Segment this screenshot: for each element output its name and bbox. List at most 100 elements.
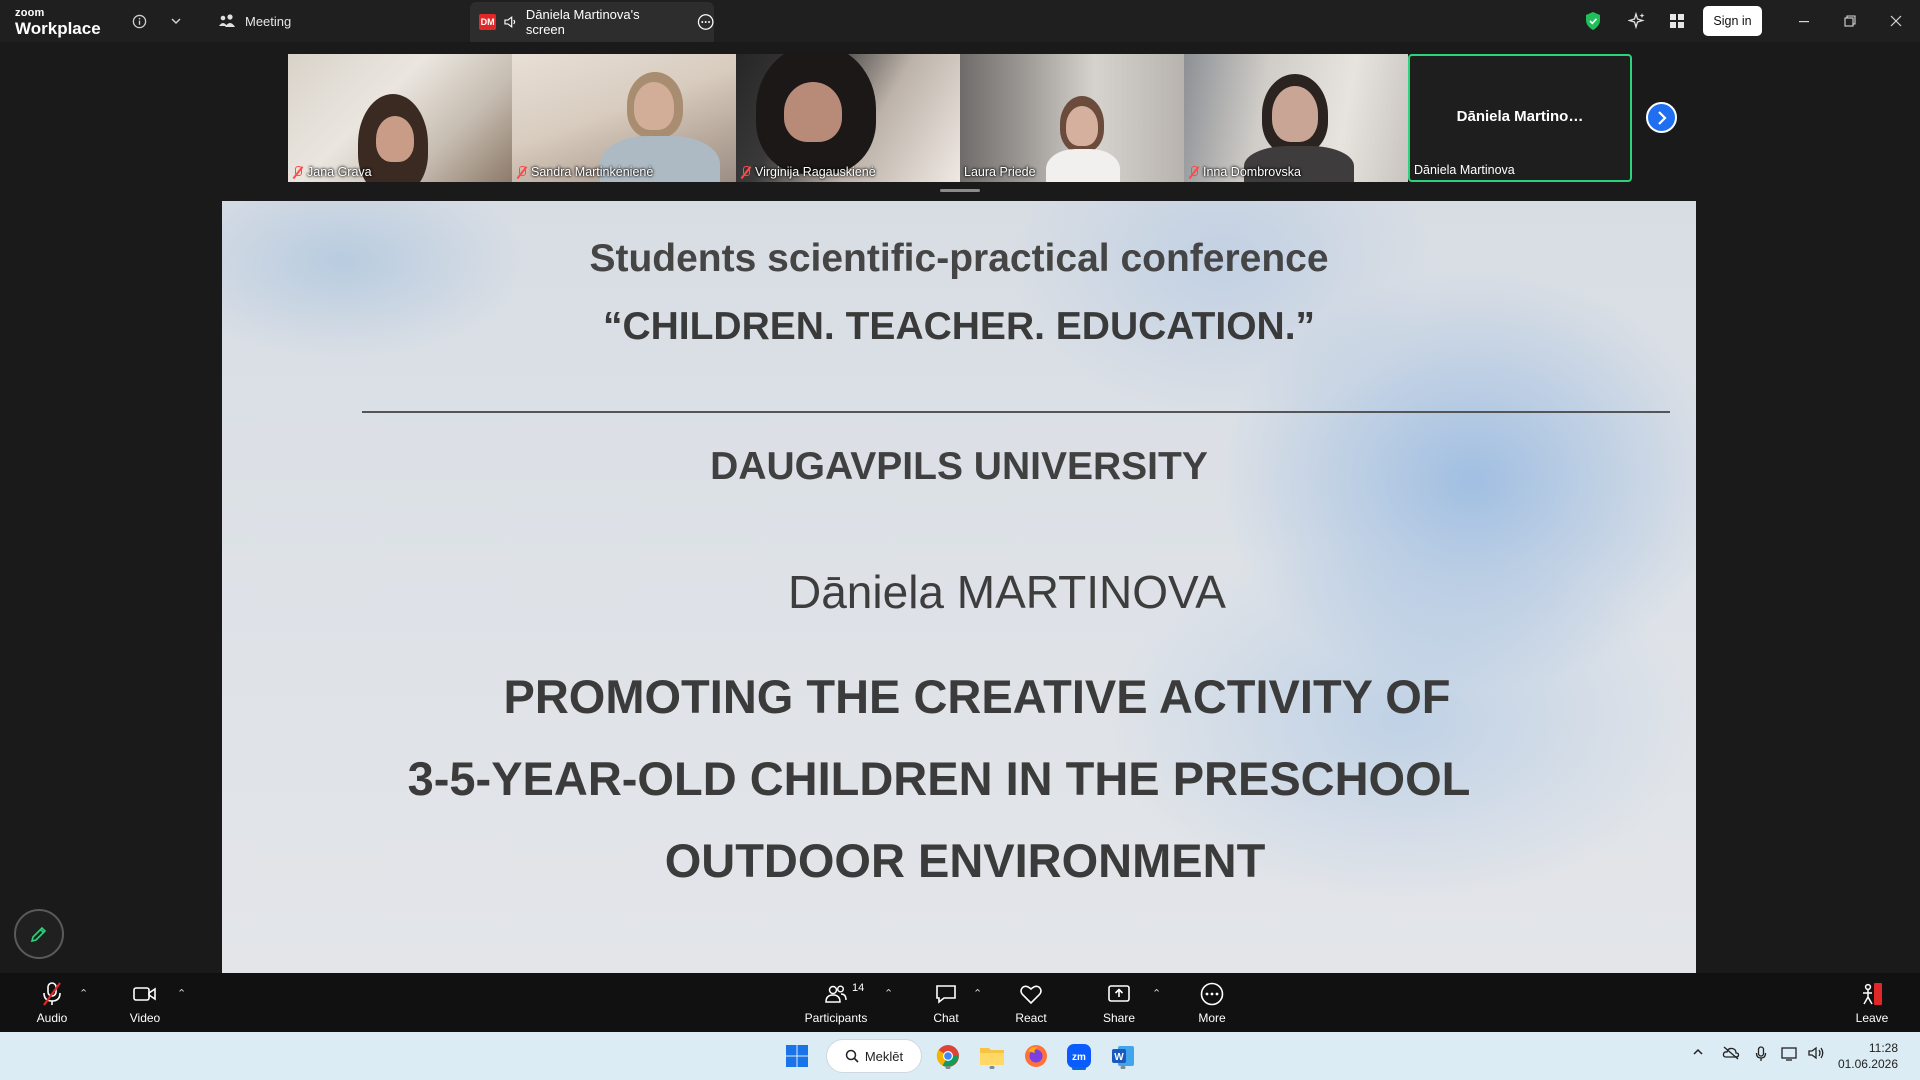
mic-muted-icon: [43, 981, 61, 1006]
meeting-menu[interactable]: Meeting: [218, 0, 291, 42]
participants-label: Participants: [804, 1010, 868, 1025]
slide-university: DAUGAVPILS UNIVERSITY: [710, 445, 1208, 488]
taskbar-chrome[interactable]: [932, 1040, 964, 1072]
people-icon: [219, 14, 235, 27]
os-taskbar: Meklēt zm W 11:28 01.06.2026: [0, 1032, 1920, 1080]
share-options-caret-icon[interactable]: ⌃: [1152, 987, 1161, 1000]
ai-companion-icon[interactable]: [1626, 10, 1648, 32]
participant-face: [784, 82, 842, 142]
tray-overflow-chevron-icon[interactable]: [1692, 1046, 1704, 1061]
video-options-caret-icon[interactable]: ⌃: [177, 987, 186, 1000]
search-icon: [845, 1049, 859, 1063]
restore-icon[interactable]: [1839, 10, 1861, 32]
audio-button[interactable]: Audio: [28, 973, 76, 1032]
clock-time: 11:28: [1868, 1041, 1898, 1055]
close-icon[interactable]: [1885, 10, 1907, 32]
react-button[interactable]: React: [1013, 973, 1049, 1032]
more-button[interactable]: More: [1195, 973, 1229, 1032]
running-indicator: [1120, 1066, 1126, 1069]
participant-name: Virginija Ragauskienė: [755, 165, 876, 179]
participant-name-tag: Jana Grava: [292, 165, 372, 179]
apps-grid-icon[interactable]: [1666, 10, 1688, 32]
react-label: React: [1015, 1010, 1047, 1025]
leave-label: Leave: [1855, 1010, 1889, 1025]
slide-title-line: 3-5-YEAR-OLD CHILDREN IN THE PRESCHOOL: [407, 752, 1471, 805]
audio-options-caret-icon[interactable]: ⌃: [79, 987, 88, 1000]
next-page-button[interactable]: [1646, 102, 1677, 133]
mic-muted-icon: [292, 165, 303, 179]
participant-name: Sandra Martinkėnienė: [531, 165, 654, 179]
participant-body: [1046, 149, 1120, 182]
strip-resize-handle[interactable]: [940, 189, 980, 192]
shared-screen-tab[interactable]: DM Dāniela Martinova's screen: [470, 2, 714, 42]
meeting-toolbar: Audio ⌃ Video ⌃ Participants 14 ⌃ Chat ⌃…: [0, 973, 1920, 1032]
title-bar: zoom Workplace Meeting DM Dāniela Martin…: [0, 0, 1920, 42]
participants-icon: [825, 985, 847, 1003]
more-label: More: [1198, 1010, 1226, 1025]
participant-tile[interactable]: Sandra Martinkėnienė: [512, 54, 736, 182]
zoom-logo: zoom Workplace: [15, 7, 101, 38]
share-button[interactable]: Share: [1101, 973, 1137, 1032]
participant-name: Dāniela Martinova: [1414, 163, 1515, 177]
active-speaker-center-name: Dāniela Martino…: [1456, 108, 1584, 125]
start-button[interactable]: [781, 1040, 813, 1072]
participant-face: [376, 116, 414, 162]
logo-line2: Workplace: [15, 19, 101, 38]
speaker-icon: [504, 16, 516, 28]
folder-icon: [980, 1048, 1004, 1065]
participant-name-tag: Virginija Ragauskienė: [740, 165, 876, 179]
search-label: Meklēt: [864, 1048, 904, 1064]
taskbar-firefox[interactable]: [1020, 1040, 1052, 1072]
taskbar-search[interactable]: Meklēt: [826, 1039, 922, 1073]
participants-options-caret-icon[interactable]: ⌃: [884, 987, 893, 1000]
taskbar-zoom[interactable]: zm: [1063, 1040, 1095, 1072]
participant-tile[interactable]: Virginija Ragauskienė: [736, 54, 960, 182]
video-button[interactable]: Video: [124, 973, 166, 1032]
participant-tile[interactable]: Laura Priede: [960, 54, 1184, 182]
logo-line1: zoom: [15, 7, 45, 19]
chevron-down-icon[interactable]: [165, 10, 187, 32]
annotate-button[interactable]: [14, 909, 64, 959]
minimize-icon[interactable]: [1793, 10, 1815, 32]
participant-name: Inna Dombrovska: [1203, 165, 1301, 179]
clock-date: 01.06.2026: [1837, 1057, 1898, 1071]
shield-icon[interactable]: [1582, 10, 1604, 32]
participant-name: Jana Grava: [307, 165, 372, 179]
onedrive-offline-icon[interactable]: [1722, 1046, 1740, 1063]
chat-label: Chat: [933, 1010, 959, 1025]
leave-button[interactable]: Leave: [1853, 973, 1891, 1032]
zoom-app-icon: zm: [1067, 1044, 1091, 1068]
active-indicator: [1072, 1067, 1086, 1070]
video-camera-icon: [133, 986, 156, 1001]
mic-muted-icon: [740, 165, 751, 179]
sign-in-button[interactable]: Sign in: [1703, 6, 1762, 36]
slide-author: Dāniela MARTINOVA: [788, 566, 1226, 618]
participant-video-strip: Jana Grava Sandra Martinkėnienė Virginij…: [288, 54, 1684, 182]
volume-icon[interactable]: [1808, 1046, 1826, 1063]
microphone-icon[interactable]: [1755, 1046, 1767, 1065]
system-clock[interactable]: 11:28 01.06.2026: [1838, 1040, 1898, 1072]
more-dots-icon: [1200, 982, 1224, 1005]
shared-screen-label: Dāniela Martinova's screen: [525, 7, 640, 37]
slide-title-line: OUTDOOR ENVIRONMENT: [664, 834, 1266, 887]
participant-tile[interactable]: Jana Grava: [288, 54, 512, 182]
chat-button[interactable]: Chat: [929, 973, 963, 1032]
participant-tile[interactable]: Inna Dombrovska: [1184, 54, 1408, 182]
share-label: Share: [1102, 1010, 1136, 1025]
network-icon[interactable]: [1781, 1046, 1799, 1065]
taskbar-word[interactable]: W: [1107, 1040, 1139, 1072]
meeting-label: Meeting: [245, 13, 292, 29]
slide-title-line: PROMOTING THE CREATIVE ACTIVITY OF: [503, 670, 1451, 723]
info-icon[interactable]: [128, 10, 150, 32]
mic-muted-icon: [516, 165, 527, 179]
word-icon: W: [1112, 1046, 1134, 1066]
active-speaker-tile[interactable]: Dāniela Martino… Dāniela Martinova: [1408, 54, 1632, 182]
audio-label: Audio: [36, 1010, 68, 1025]
chat-options-caret-icon[interactable]: ⌃: [973, 987, 982, 1000]
share-screen-icon: [1108, 984, 1130, 1002]
more-options-icon[interactable]: [697, 13, 714, 31]
participant-name-tag: Laura Priede: [964, 165, 1036, 179]
taskbar-file-explorer[interactable]: [976, 1040, 1008, 1072]
participant-face: [634, 82, 674, 130]
slide-divider: [362, 411, 1670, 413]
